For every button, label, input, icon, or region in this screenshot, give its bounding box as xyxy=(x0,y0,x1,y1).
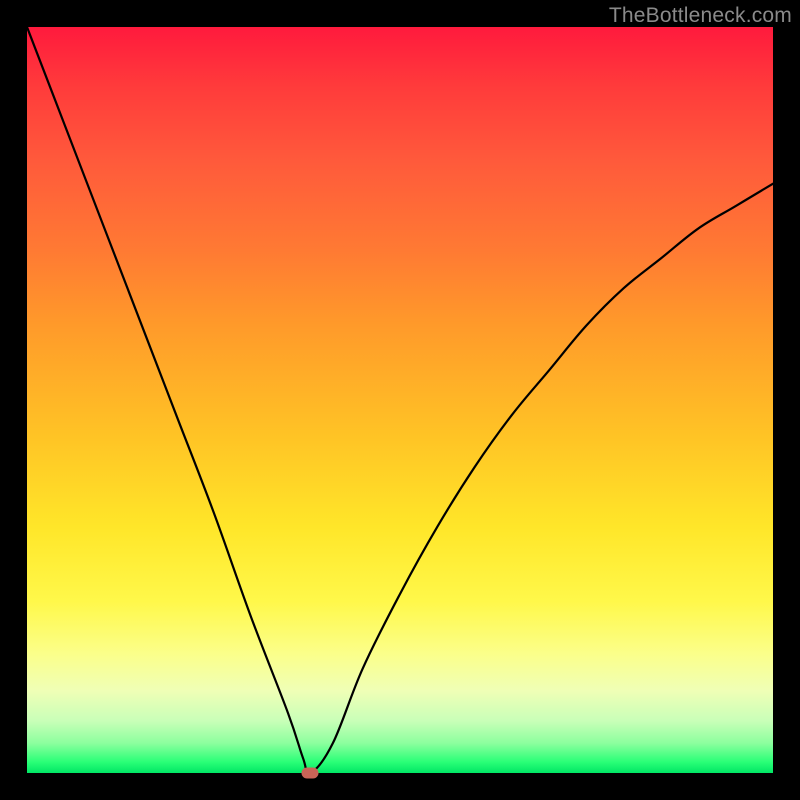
chart-frame xyxy=(27,27,773,773)
watermark-text: TheBottleneck.com xyxy=(609,4,792,28)
chart-background-gradient xyxy=(27,27,773,773)
chart-marker xyxy=(302,768,319,779)
